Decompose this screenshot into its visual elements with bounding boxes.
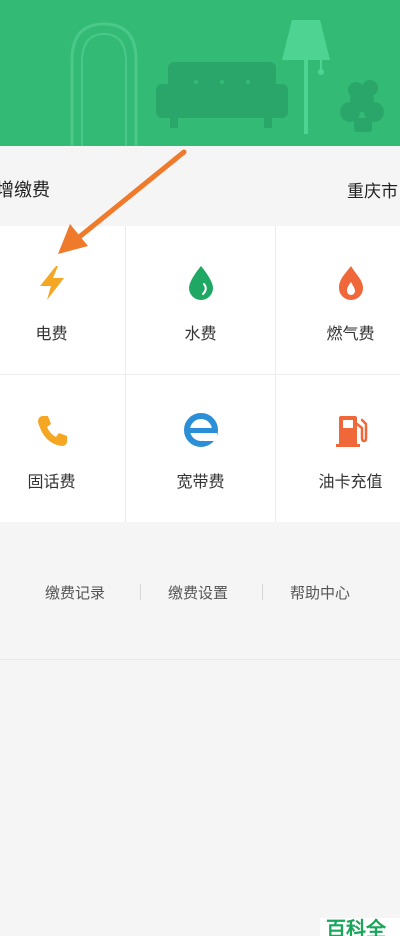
banner-illustration <box>70 20 384 146</box>
water-drop-icon <box>181 262 221 302</box>
link-payment-records[interactable]: 缴费记录 <box>45 582 105 603</box>
link-separator <box>140 584 141 600</box>
watermark-text: 百科全 <box>326 918 386 936</box>
link-payment-settings[interactable]: 缴费设置 <box>168 582 228 603</box>
lightning-icon <box>32 262 72 302</box>
service-broadband[interactable]: 宽带费 <box>126 374 275 522</box>
service-label: 燃气费 <box>326 324 375 343</box>
broadband-icon <box>181 410 221 450</box>
city-selector[interactable]: 重庆市 <box>347 177 398 202</box>
service-landline[interactable]: 固话费 <box>0 374 126 522</box>
service-grid: 电费 水费 燃气费 固话费 宽带费 油卡充值 <box>0 226 400 522</box>
watermark-logo: 百科全 <box>320 918 400 936</box>
service-label: 宽带费 <box>176 472 225 491</box>
service-label: 油卡充值 <box>318 472 383 491</box>
page-title: 增缴费 <box>0 180 50 201</box>
service-electricity[interactable]: 电费 <box>0 226 126 374</box>
service-label: 水费 <box>184 324 217 343</box>
header-row: 增缴费 重庆市 <box>0 146 400 226</box>
top-banner <box>0 0 400 146</box>
link-separator <box>262 584 263 600</box>
fuel-pump-icon <box>331 410 371 450</box>
service-label: 电费 <box>35 324 68 343</box>
footer-links: 缴费记录 缴费设置 帮助中心 <box>0 522 400 660</box>
service-water[interactable]: 水费 <box>126 226 275 374</box>
flame-icon <box>331 262 371 302</box>
section-divider <box>0 659 400 660</box>
service-gas[interactable]: 燃气费 <box>276 226 400 374</box>
service-label: 固话费 <box>27 472 76 491</box>
service-fuel-card[interactable]: 油卡充值 <box>276 374 400 522</box>
phone-icon <box>32 410 72 450</box>
link-help-center[interactable]: 帮助中心 <box>290 582 350 603</box>
